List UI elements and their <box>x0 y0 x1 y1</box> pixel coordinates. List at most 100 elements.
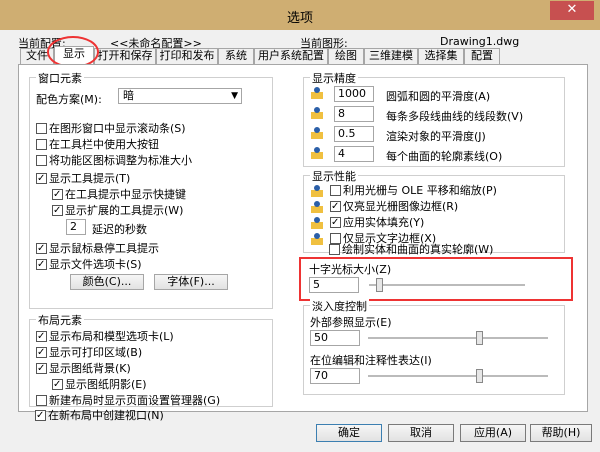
tab-panel-display: 窗口元素 配色方案(M): 暗 ▼ 在图形窗口中显示滚动条(S) 在工具栏中使用… <box>18 64 588 422</box>
title-bar: 选项 ✕ <box>0 0 600 30</box>
current-drawing-value: Drawing1.dwg <box>440 35 520 48</box>
display-performance-title: 显示性能 <box>310 168 358 184</box>
layout-model-tabs-checkbox[interactable]: 显示布局和模型选项卡(L) <box>36 330 174 343</box>
checkbox-box[interactable] <box>36 330 47 343</box>
checkbox-box[interactable] <box>35 409 46 422</box>
polyline-segments-label: 每条多段线曲线的线段数(V) <box>386 110 524 123</box>
scrollbars-label: 在图形窗口中显示滚动条(S) <box>49 122 186 135</box>
color-scheme-select[interactable]: 暗 ▼ <box>118 88 242 104</box>
contour-lines-input[interactable]: 4 <box>334 146 374 162</box>
drawing-setting-icon <box>311 127 323 139</box>
cancel-button[interactable]: 取消 <box>388 424 454 442</box>
extended-tooltips-label: 显示扩展的工具提示(W) <box>65 204 184 217</box>
page-setup-manager-checkbox[interactable]: 新建布局时显示页面设置管理器(G) <box>36 394 220 407</box>
file-tabs-label: 显示文件选项卡(S) <box>49 258 142 271</box>
checkbox-box[interactable] <box>329 244 340 255</box>
xref-display-slider[interactable] <box>368 331 548 345</box>
checkbox-box[interactable] <box>36 346 47 359</box>
shortcut-keys-checkbox[interactable]: 在工具提示中显示快捷键 <box>52 188 186 201</box>
solid-fill-label: 应用实体填充(Y) <box>343 216 425 229</box>
tab-profiles[interactable]: 配置 <box>464 48 500 64</box>
rollover-tooltips-checkbox[interactable]: 显示鼠标悬停工具提示 <box>36 242 159 255</box>
arc-smoothness-label: 圆弧和圆的平滑度(A) <box>386 90 491 103</box>
close-button[interactable]: ✕ <box>550 1 594 20</box>
checkbox-box[interactable] <box>36 362 47 375</box>
checkbox-box[interactable] <box>36 123 47 134</box>
delay-seconds-label: 延迟的秒数 <box>92 223 147 236</box>
solid-fill-checkbox[interactable]: 应用实体填充(Y) <box>330 216 424 229</box>
tab-user-preferences[interactable]: 用户系统配置 <box>254 48 328 64</box>
create-viewport-label: 在新布局中创建视口(N) <box>48 409 164 422</box>
checkbox-box[interactable] <box>36 172 47 185</box>
printable-area-checkbox[interactable]: 显示可打印区域(B) <box>36 346 142 359</box>
render-smoothness-input[interactable]: 0.5 <box>334 126 374 142</box>
scrollbars-checkbox[interactable]: 在图形窗口中显示滚动条(S) <box>36 122 186 135</box>
tab-selection[interactable]: 选择集 <box>418 48 464 64</box>
silhouettes-checkbox[interactable]: 绘制实体和曲面的真实轮廓(W) <box>329 243 493 256</box>
drawing-setting-icon <box>311 147 323 159</box>
drawing-setting-icon <box>311 201 323 213</box>
checkbox-box[interactable] <box>330 216 341 229</box>
checkbox-box[interactable] <box>52 378 63 391</box>
tab-plot-publish[interactable]: 打印和发布 <box>156 48 218 64</box>
slider-thumb[interactable] <box>476 331 483 345</box>
tab-drafting[interactable]: 绘图 <box>328 48 364 64</box>
resize-ribbon-label: 将功能区图标调整为标准大小 <box>49 154 192 167</box>
crosshair-highlight-box <box>299 257 573 301</box>
checkbox-box[interactable] <box>330 185 341 196</box>
checkbox-box[interactable] <box>36 395 47 406</box>
drawing-setting-icon <box>311 233 323 245</box>
colors-button[interactable]: 颜色(C)... <box>70 274 144 290</box>
fade-control-group: 淡入度控制 外部参照显示(E) 50 在位编辑和注释性表达(I) 70 <box>303 298 565 395</box>
fade-control-title: 淡入度控制 <box>310 298 369 314</box>
printable-area-label: 显示可打印区域(B) <box>49 346 143 359</box>
paper-shadow-checkbox[interactable]: 显示图纸阴影(E) <box>52 378 147 391</box>
drawing-setting-icon <box>311 107 323 119</box>
chevron-down-icon: ▼ <box>231 91 238 101</box>
paper-background-label: 显示图纸背景(K) <box>49 362 131 375</box>
arc-smoothness-input[interactable]: 1000 <box>334 86 374 102</box>
contour-lines-label: 每个曲面的轮廓素线(O) <box>386 150 503 163</box>
checkbox-box[interactable] <box>330 200 341 213</box>
create-viewport-checkbox[interactable]: 在新布局中创建视口(N) <box>35 409 164 422</box>
highlight-raster-checkbox[interactable]: 仅亮显光栅图像边框(R) <box>330 200 458 213</box>
slider-track <box>368 337 548 339</box>
inplace-edit-input[interactable]: 70 <box>310 368 360 384</box>
apply-button[interactable]: 应用(A) <box>460 424 526 442</box>
polyline-segments-input[interactable]: 8 <box>334 106 374 122</box>
display-performance-group: 显示性能 利用光栅与 OLE 平移和缩放(P) 仅亮显光栅图像边框(R) 应用实… <box>303 168 565 253</box>
help-button[interactable]: 帮助(H) <box>530 424 592 442</box>
inplace-edit-slider[interactable] <box>368 369 548 383</box>
drawing-setting-icon <box>311 217 323 229</box>
checkbox-box[interactable] <box>36 258 47 271</box>
xref-display-label: 外部参照显示(E) <box>310 316 392 329</box>
window-elements-title: 窗口元素 <box>36 70 84 86</box>
tab-system[interactable]: 系统 <box>218 48 254 64</box>
silhouettes-label: 绘制实体和曲面的真实轮廓(W) <box>342 243 494 256</box>
file-tabs-checkbox[interactable]: 显示文件选项卡(S) <box>36 258 142 271</box>
extended-tooltips-checkbox[interactable]: 显示扩展的工具提示(W) <box>52 204 183 217</box>
tooltips-checkbox[interactable]: 显示工具提示(T) <box>36 172 130 185</box>
checkbox-box[interactable] <box>52 204 63 217</box>
checkbox-box[interactable] <box>36 155 47 166</box>
slider-thumb[interactable] <box>476 369 483 383</box>
tab-3d-modeling[interactable]: 三维建模 <box>364 48 418 64</box>
delay-seconds-input[interactable]: 2 <box>66 219 86 235</box>
checkbox-box[interactable] <box>36 139 47 150</box>
tab-open-save[interactable]: 打开和保存 <box>94 48 156 64</box>
fonts-button[interactable]: 字体(F)... <box>154 274 228 290</box>
pan-zoom-ole-checkbox[interactable]: 利用光栅与 OLE 平移和缩放(P) <box>330 184 497 197</box>
pan-zoom-ole-label: 利用光栅与 OLE 平移和缩放(P) <box>343 184 497 197</box>
xref-display-input[interactable]: 50 <box>310 330 360 346</box>
ok-button[interactable]: 确定 <box>316 424 382 442</box>
tooltips-label: 显示工具提示(T) <box>49 172 131 185</box>
checkbox-box[interactable] <box>52 188 63 201</box>
window-elements-group: 窗口元素 配色方案(M): 暗 ▼ 在图形窗口中显示滚动条(S) 在工具栏中使用… <box>29 70 273 309</box>
layout-model-tabs-label: 显示布局和模型选项卡(L) <box>49 330 174 343</box>
resize-ribbon-checkbox[interactable]: 将功能区图标调整为标准大小 <box>36 154 192 167</box>
checkbox-box[interactable] <box>36 242 47 255</box>
paper-background-checkbox[interactable]: 显示图纸背景(K) <box>36 362 131 375</box>
inplace-edit-label: 在位编辑和注释性表达(I) <box>310 354 432 367</box>
display-resolution-title: 显示精度 <box>310 70 358 86</box>
large-buttons-checkbox[interactable]: 在工具栏中使用大按钮 <box>36 138 159 151</box>
